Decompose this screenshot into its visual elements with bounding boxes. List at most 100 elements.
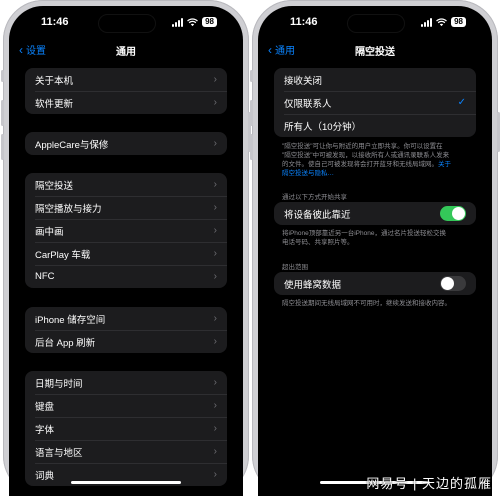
- chevron-right-icon: ›: [213, 225, 217, 236]
- caption-line: 将iPhone顶部靠近另一台iPhone，通过名片投送轻松交换: [282, 230, 446, 237]
- row-label: 关于本机: [35, 75, 74, 87]
- chevron-right-icon: ›: [213, 248, 217, 259]
- bring-devices-together-row: 将设备彼此靠近: [274, 202, 476, 225]
- bring-devices-together-toggle[interactable]: [440, 206, 466, 221]
- row-label: 软件更新: [35, 98, 74, 110]
- section-header-out-of-range: 超出范围: [282, 264, 308, 271]
- row-label: 将设备彼此靠近: [284, 209, 351, 221]
- row-label: 隔空投送: [35, 180, 74, 192]
- airdrop-privacy-link[interactable]: 隔空投送与隐私…: [282, 169, 474, 178]
- row-label: 日期与时间: [35, 378, 83, 390]
- row-label: AppleCare与保修: [35, 139, 109, 151]
- chevron-right-icon: ›: [213, 446, 217, 457]
- settings-group-about: 关于本机 › 软件更新 ›: [25, 68, 227, 114]
- chevron-right-icon: ›: [213, 336, 217, 347]
- page-title: 通用: [116, 47, 136, 58]
- nav-bar: ‹ 设置 通用: [9, 42, 243, 62]
- row-label: 使用蜂窝数据: [284, 279, 342, 291]
- airdrop-receive-options: 接收关闭 仅限联系人 ✓ 所有人（10分钟）: [274, 68, 476, 137]
- settings-row-storage[interactable]: iPhone 储存空间 ›: [25, 307, 227, 330]
- row-label: iPhone 储存空间: [35, 314, 106, 326]
- status-bar: 11:46 98: [9, 14, 243, 33]
- caption-line: "隔空投送"可让你与附近的用户立即共享。你可以设置在: [282, 143, 443, 150]
- status-icons: 98: [421, 17, 466, 27]
- dynamic-island: [347, 14, 405, 33]
- row-label: 词典: [35, 470, 55, 482]
- option-label: 接收关闭: [284, 75, 323, 87]
- volume-down-button: [1, 134, 4, 160]
- chevron-right-icon: ›: [213, 423, 217, 434]
- option-contacts-only[interactable]: 仅限联系人 ✓: [274, 91, 476, 114]
- chevron-right-icon: ›: [213, 97, 217, 108]
- right-phone-frame: 11:46 98 ‹ 通用 隔空投送 接收关闭 仅限联系人 ✓ 所有人（10分钟）…: [250, 0, 500, 496]
- settings-row-airdrop[interactable]: 隔空投送 ›: [25, 173, 227, 196]
- caption-line: 电话号码、共享照片等。: [282, 239, 354, 246]
- right-screen: 11:46 98 ‹ 通用 隔空投送 接收关闭 仅限联系人 ✓ 所有人（10分钟）…: [258, 6, 492, 496]
- proximity-group: 将设备彼此靠近: [274, 202, 476, 225]
- row-label: 语言与地区: [35, 447, 83, 459]
- option-label: 仅限联系人: [284, 98, 332, 110]
- settings-row-software-update[interactable]: 软件更新 ›: [25, 91, 227, 114]
- volume-up-button: [250, 100, 253, 126]
- section-header-start-sharing: 通过以下方式开始共享: [282, 194, 347, 201]
- settings-group-storage: iPhone 储存空间 › 后台 App 刷新 ›: [25, 307, 227, 353]
- settings-row-fonts[interactable]: 字体 ›: [25, 417, 227, 440]
- cellular-signal-icon: [421, 17, 433, 27]
- caption-line: 的文件。使自己可被发现将会打开蓝牙和无线局域网。关于: [282, 161, 451, 168]
- cellular-group: 使用蜂窝数据: [274, 272, 476, 295]
- page-title: 隔空投送: [355, 47, 395, 58]
- chevron-right-icon: ›: [213, 400, 217, 411]
- caption-line: "隔空投送"中可被发现，以接收所有人或通讯录联系人发来: [282, 152, 450, 159]
- settings-row-keyboard[interactable]: 键盘 ›: [25, 394, 227, 417]
- row-label: 后台 App 刷新: [35, 337, 96, 349]
- battery-icon: 98: [451, 17, 466, 27]
- option-receiving-off[interactable]: 接收关闭: [274, 68, 476, 91]
- row-label: NFC: [35, 271, 55, 282]
- use-cellular-data-row: 使用蜂窝数据: [274, 272, 476, 295]
- action-button: [1, 70, 4, 82]
- row-label: CarPlay 车载: [35, 249, 91, 261]
- home-indicator[interactable]: [71, 481, 181, 484]
- status-icons: 98: [172, 17, 217, 27]
- settings-row-applecare[interactable]: AppleCare与保修 ›: [25, 132, 227, 155]
- chevron-right-icon: ›: [213, 469, 217, 480]
- about-link[interactable]: 关于: [438, 161, 451, 168]
- settings-row-date-time[interactable]: 日期与时间 ›: [25, 371, 227, 394]
- settings-row-airplay[interactable]: 隔空播放与接力 ›: [25, 196, 227, 219]
- chevron-right-icon: ›: [213, 313, 217, 324]
- proximity-description: 将iPhone顶部靠近另一台iPhone，通过名片投送轻松交换 电话号码、共享照…: [282, 229, 474, 247]
- chevron-right-icon: ›: [213, 271, 217, 282]
- toggle-knob: [441, 277, 454, 290]
- settings-group-applecare: AppleCare与保修 ›: [25, 132, 227, 155]
- chevron-right-icon: ›: [213, 179, 217, 190]
- settings-row-about[interactable]: 关于本机 ›: [25, 68, 227, 91]
- settings-row-pip[interactable]: 画中画 ›: [25, 219, 227, 242]
- left-screen: 11:46 98 ‹ 设置 通用 关于本机 › 软件更新 › AppleCare与保…: [9, 6, 243, 496]
- nav-bar: ‹ 通用 隔空投送: [258, 42, 492, 62]
- left-phone-frame: 11:46 98 ‹ 设置 通用 关于本机 › 软件更新 › AppleCare与保…: [1, 0, 251, 496]
- wifi-icon: [436, 17, 447, 26]
- cellular-description: 隔空投送期间无线局域网不可用时，继续发送和接收内容。: [282, 300, 451, 307]
- settings-group-airdrop: 隔空投送 › 隔空播放与接力 › 画中画 › CarPlay 车载 › NFC ›: [25, 173, 227, 288]
- row-label: 字体: [35, 424, 55, 436]
- row-label: 键盘: [35, 401, 55, 413]
- chevron-right-icon: ›: [213, 202, 217, 213]
- checkmark-icon: ✓: [457, 97, 466, 108]
- use-cellular-data-toggle[interactable]: [440, 276, 466, 291]
- wifi-icon: [187, 17, 198, 26]
- row-label: 隔空播放与接力: [35, 203, 102, 215]
- settings-row-background-refresh[interactable]: 后台 App 刷新 ›: [25, 330, 227, 353]
- option-everyone-10min[interactable]: 所有人（10分钟）: [274, 114, 476, 137]
- settings-row-nfc[interactable]: NFC ›: [25, 265, 227, 288]
- settings-row-language-region[interactable]: 语言与地区 ›: [25, 440, 227, 463]
- airdrop-description: "隔空投送"可让你与附近的用户立即共享。你可以设置在 "隔空投送"中可被发现，以…: [282, 142, 474, 178]
- status-bar: 11:46 98: [258, 14, 492, 33]
- action-button: [250, 70, 253, 82]
- status-time: 11:46: [41, 16, 69, 28]
- settings-row-carplay[interactable]: CarPlay 车载 ›: [25, 242, 227, 265]
- settings-group-locale: 日期与时间 › 键盘 › 字体 › 语言与地区 › 词典 ›: [25, 371, 227, 486]
- chevron-right-icon: ›: [213, 74, 217, 85]
- option-label: 所有人（10分钟）: [284, 121, 362, 133]
- volume-up-button: [1, 100, 4, 126]
- status-time: 11:46: [290, 16, 318, 28]
